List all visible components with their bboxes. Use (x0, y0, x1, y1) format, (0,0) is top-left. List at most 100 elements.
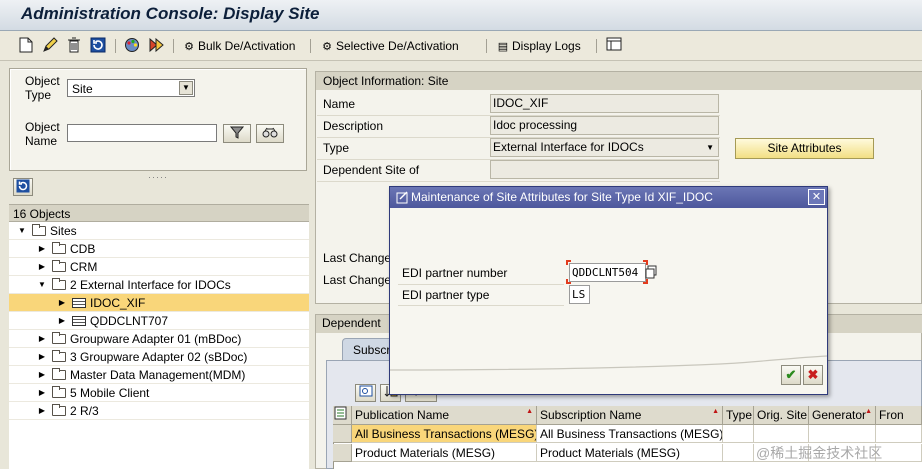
toolbar-separator (173, 39, 174, 53)
tree-node-idoc-xif[interactable]: ▶ IDOC_XIF (9, 294, 309, 312)
column-header-type[interactable]: Type (723, 406, 754, 425)
tree-node-5-mobile-client[interactable]: ▶ 5 Mobile Client (9, 384, 309, 402)
new-icon[interactable] (18, 37, 34, 53)
table-cell[interactable]: Product Materials (MESG) (537, 444, 723, 462)
dependent-site-field (490, 160, 719, 179)
expand-down-icon[interactable]: ▼ (37, 276, 47, 294)
cancel-button[interactable]: ✖ (803, 365, 823, 385)
table-cell[interactable] (809, 425, 876, 443)
chevron-down-icon[interactable]: ▼ (179, 81, 193, 95)
document-icon: ▤ (497, 41, 509, 53)
tree-node-label: 2 R/3 (70, 404, 99, 418)
select-all-cell[interactable] (333, 406, 352, 425)
splitter-handle[interactable]: ····· (148, 172, 168, 182)
divider (398, 305, 564, 306)
display-logs-button[interactable]: ▤ Display Logs (496, 37, 581, 55)
table-cell[interactable] (723, 425, 754, 443)
tree-refresh-button[interactable] (13, 178, 33, 196)
tree-node-2-external-interface-for-idocs[interactable]: ▼ 2 External Interface for IDOCs (9, 276, 309, 294)
edi-partner-type-field[interactable]: LS (569, 285, 590, 304)
last-change-label: Last Change (323, 251, 392, 265)
column-settings-icon (334, 406, 347, 420)
tree-node-qddclnt707[interactable]: ▶ QDDCLNT707 (9, 312, 309, 330)
grid-details-button[interactable] (355, 384, 376, 402)
table-cell[interactable]: Product Materials (MESG) (352, 444, 537, 462)
details-icon (359, 385, 372, 397)
expand-right-icon[interactable]: ▶ (37, 258, 47, 276)
table-cell[interactable] (754, 425, 809, 443)
bulk-deactivation-button[interactable]: ⚙ Bulk De/Activation (182, 37, 295, 55)
site-tree: ▼ Sites ▶ CDB ▶ CRM ▼ 2 External Interface for … (9, 222, 309, 469)
expand-right-icon[interactable]: ▶ (37, 402, 47, 420)
table-cell[interactable] (876, 425, 922, 443)
folder-icon (52, 386, 66, 398)
focus-marker (566, 279, 571, 284)
object-type-label: Type (25, 88, 52, 102)
tree-node-label: CDB (70, 242, 96, 256)
expand-right-icon[interactable]: ▶ (37, 366, 47, 384)
object-name-input[interactable] (67, 124, 217, 142)
edi-partner-number-field[interactable]: QDDCLNT504 (569, 263, 646, 282)
activate-icon[interactable] (148, 37, 164, 53)
column-header-from[interactable]: Fron (876, 406, 922, 425)
table-cell[interactable]: All Business Transactions (MESG) (352, 425, 537, 443)
dialog-window-icon (396, 191, 409, 204)
delete-icon[interactable] (66, 37, 82, 53)
refresh-icon[interactable] (90, 37, 106, 53)
dialog-close-button[interactable]: ✕ (808, 189, 825, 205)
last-change-label: Last Change (323, 273, 392, 287)
search-execute-button[interactable] (256, 124, 284, 143)
confirm-button[interactable]: ✔ (781, 365, 801, 385)
checkmark-icon: ✔ (785, 367, 797, 382)
layout-icon[interactable] (606, 37, 622, 53)
column-header-orig-site[interactable]: Orig. Site (754, 406, 809, 425)
focus-marker (643, 260, 648, 265)
tree-node-crm[interactable]: ▶ CRM (9, 258, 309, 276)
folder-icon (52, 404, 66, 416)
expand-right-icon[interactable]: ▶ (37, 330, 47, 348)
sort-ascending-icon: ▲ (526, 408, 533, 415)
tab-subscriptions[interactable]: Subscr (342, 338, 394, 360)
toolbar-separator (115, 39, 116, 53)
expand-right-icon[interactable]: ▶ (57, 312, 67, 330)
tree-node-cdb[interactable]: ▶ CDB (9, 240, 309, 258)
tree-node-label: 2 External Interface for IDOCs (70, 278, 231, 292)
folder-icon (52, 260, 66, 272)
expand-down-icon[interactable]: ▼ (17, 222, 27, 240)
tree-node-groupware-adapter-01-mbdoc[interactable]: ▶ Groupware Adapter 01 (mBDoc) (9, 330, 309, 348)
table-cell[interactable]: All Business Transactions (MESG) (537, 425, 723, 443)
tree-node-label: Sites (50, 224, 77, 238)
page-title: Administration Console: Display Site (21, 4, 320, 23)
palette-icon[interactable] (124, 37, 140, 53)
type-field: External Interface for IDOCs ▼ (490, 138, 719, 157)
row-selector[interactable] (333, 425, 352, 443)
expand-right-icon[interactable]: ▶ (57, 294, 67, 312)
tree-node-2-r-3[interactable]: ▶ 2 R/3 (9, 402, 309, 420)
object-count: 16 Objects (13, 207, 71, 221)
column-header-generator[interactable]: Generator ▲ (809, 406, 876, 425)
focus-marker (643, 279, 648, 284)
dialog-title: Maintenance of Site Attributes for Site … (411, 190, 713, 204)
expand-right-icon[interactable]: ▶ (37, 348, 47, 366)
value-help-icon[interactable] (645, 265, 658, 279)
column-header-subscription-name[interactable]: Subscription Name ▲ (537, 406, 723, 425)
tree-node-3-groupware-adapter-02-sbdoc[interactable]: ▶ 3 Groupware Adapter 02 (sBDoc) (9, 348, 309, 366)
expand-right-icon[interactable]: ▶ (37, 384, 47, 402)
table-cell[interactable] (876, 444, 922, 462)
row-selector[interactable] (333, 444, 352, 462)
edit-icon[interactable] (42, 37, 58, 53)
toolbar-separator (596, 39, 597, 53)
selective-deactivation-button[interactable]: ⚙ Selective De/Activation (320, 37, 459, 55)
expand-right-icon[interactable]: ▶ (37, 240, 47, 258)
tree-node-label: QDDCLNT707 (90, 314, 169, 328)
description-label: Description (323, 119, 384, 133)
tree-node-master-data-management-mdm[interactable]: ▶ Master Data Management(MDM) (9, 366, 309, 384)
filter-button[interactable] (223, 124, 251, 143)
table-cell[interactable] (723, 444, 754, 462)
object-type-select[interactable]: Site ▼ (67, 79, 195, 97)
column-header-publication-name[interactable]: Publication Name ▲ (352, 406, 537, 425)
gears-icon: ⚙ (322, 41, 332, 53)
site-attributes-button[interactable]: Site Attributes (735, 138, 874, 159)
object-name-label: Object (25, 120, 60, 134)
tree-node-sites[interactable]: ▼ Sites (9, 222, 309, 240)
